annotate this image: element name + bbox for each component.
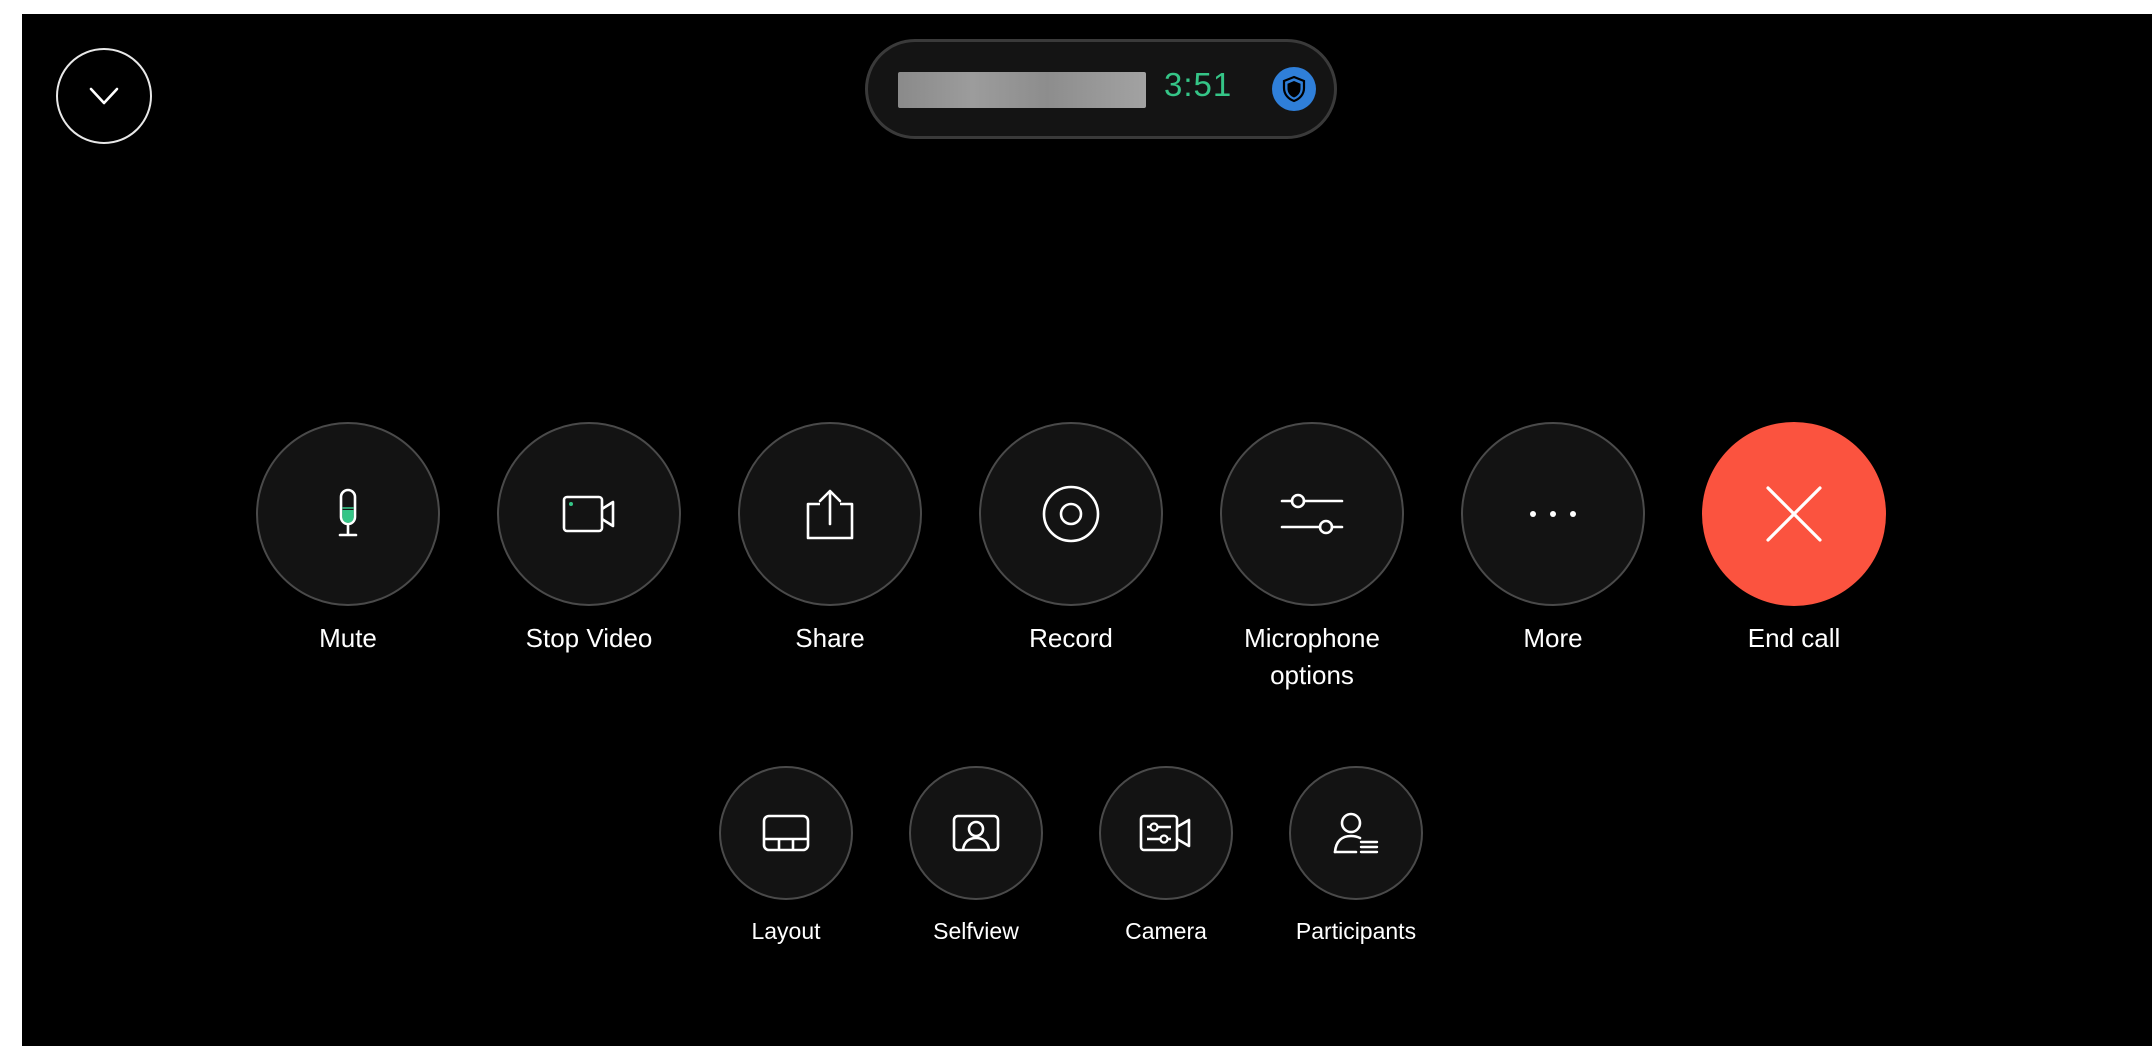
layout-button[interactable] xyxy=(719,766,853,900)
chevron-down-icon xyxy=(89,87,119,105)
microphone-options-control: Microphone options xyxy=(1212,422,1412,694)
record-control: Record xyxy=(971,422,1171,657)
sliders-icon xyxy=(1280,493,1344,535)
mute-control: Mute xyxy=(248,422,448,657)
microphone-options-label: Microphone options xyxy=(1244,623,1380,690)
layout-icon xyxy=(762,814,810,852)
microphone-options-button[interactable] xyxy=(1220,422,1404,606)
call-info-pill[interactable]: 3:51 xyxy=(865,39,1337,139)
mute-button[interactable] xyxy=(256,422,440,606)
end-call-button[interactable] xyxy=(1702,422,1886,606)
video-camera-icon xyxy=(562,495,615,533)
share-label: Share xyxy=(795,623,865,653)
microphone-icon xyxy=(338,488,358,537)
participants-control: Participants xyxy=(1276,766,1436,946)
more-control: More xyxy=(1453,422,1653,657)
close-icon xyxy=(1766,486,1822,542)
selfview-icon xyxy=(952,814,1000,852)
camera-control: Camera xyxy=(1086,766,1246,946)
share-icon xyxy=(806,489,854,540)
stop-video-control: Stop Video xyxy=(489,422,689,657)
selfview-button[interactable] xyxy=(909,766,1043,900)
record-icon xyxy=(1042,485,1100,543)
call-name-redacted xyxy=(898,72,1146,108)
share-button[interactable] xyxy=(738,422,922,606)
shield-icon[interactable] xyxy=(1272,67,1316,111)
selfview-label: Selfview xyxy=(933,918,1019,944)
camera-settings-icon xyxy=(1139,814,1191,852)
call-timer: 3:51 xyxy=(1164,66,1233,103)
record-button[interactable] xyxy=(979,422,1163,606)
layout-control: Layout xyxy=(706,766,866,946)
call-controls-overlay: 3:51 Mute Stop Video Share Record Microp… xyxy=(22,14,2152,1046)
participants-icon xyxy=(1333,812,1379,854)
more-label: More xyxy=(1523,623,1583,653)
layout-label: Layout xyxy=(751,918,821,944)
selfview-control: Selfview xyxy=(896,766,1056,946)
camera-button[interactable] xyxy=(1099,766,1233,900)
participants-button[interactable] xyxy=(1289,766,1423,900)
share-control: Share xyxy=(730,422,930,657)
more-icon xyxy=(1530,511,1576,517)
mute-label: Mute xyxy=(319,623,377,653)
record-label: Record xyxy=(1029,623,1113,653)
collapse-button[interactable] xyxy=(56,48,152,144)
camera-label: Camera xyxy=(1125,918,1207,944)
stop-video-button[interactable] xyxy=(497,422,681,606)
end-call-label: End call xyxy=(1747,623,1841,653)
more-button[interactable] xyxy=(1461,422,1645,606)
participants-label: Participants xyxy=(1295,918,1417,944)
end-call-control: End call xyxy=(1694,422,1894,657)
stop-video-label: Stop Video xyxy=(525,623,653,653)
